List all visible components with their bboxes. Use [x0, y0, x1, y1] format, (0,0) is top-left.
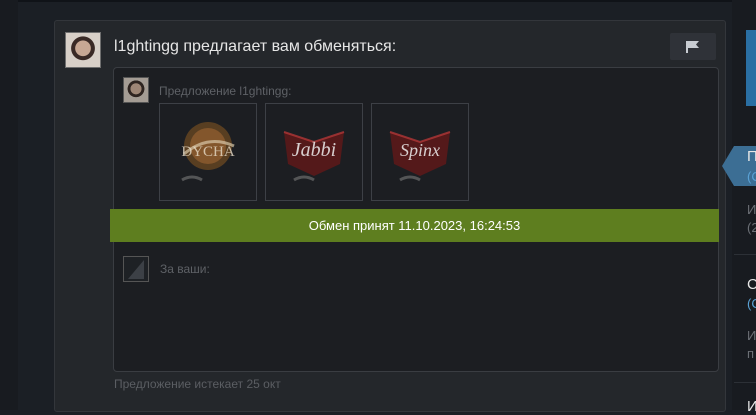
sender-avatar[interactable]	[65, 32, 101, 68]
spinx-sticker-icon: Spinx	[389, 131, 451, 182]
right-entry1-sub[interactable]: (С	[747, 169, 756, 184]
svg-text:Spinx: Spinx	[400, 140, 440, 160]
report-flag-button[interactable]	[670, 33, 716, 60]
right-entry1-info1: И	[747, 202, 756, 217]
svg-text:DYCHA: DYCHA	[181, 144, 235, 160]
right-entry2-title[interactable]: С	[747, 276, 756, 293]
your-avatar[interactable]	[123, 256, 149, 282]
trade-accepted-text: Обмен принят 11.10.2023, 16:24:53	[308, 218, 521, 233]
offer-expiration-text: Предложение истекает 25 окт	[114, 377, 281, 391]
svg-text:Jabbi: Jabbi	[292, 139, 336, 161]
trade-offer-header: l1ghtingg предлагает вам обменяться:	[114, 38, 397, 55]
jabbi-sticker-icon: Jabbi	[283, 131, 345, 182]
their-offer-label: Предложение l1ghtingg:	[159, 84, 292, 98]
right-entry2-info1: И	[747, 328, 756, 343]
right-divider	[734, 382, 756, 383]
trade-item-dycha[interactable]: DYCHA	[159, 103, 257, 201]
right-entry2-sub[interactable]: (С	[747, 296, 756, 311]
right-entry2-info2: п	[747, 346, 755, 361]
left-edge	[0, 0, 18, 410]
trade-item-spinx[interactable]: Spinx	[371, 103, 469, 201]
right-entry1-title[interactable]: П	[747, 148, 756, 165]
flag-icon	[686, 40, 699, 53]
right-sidebar-banner[interactable]	[746, 30, 756, 106]
your-offer-label: За ваши:	[160, 262, 210, 276]
right-entry1-info2: (2	[747, 220, 756, 235]
top-bar	[0, 0, 756, 2]
right-divider	[734, 254, 756, 255]
silhouette-icon	[124, 257, 148, 281]
trade-item-jabbi[interactable]: Jabbi	[265, 103, 363, 201]
right-entry3-title[interactable]: И	[747, 398, 756, 415]
dycha-sticker-icon: DYCHA	[181, 122, 235, 182]
trade-accepted-banner: Обмен принят 11.10.2023, 16:24:53	[110, 209, 719, 242]
their-avatar[interactable]	[123, 77, 149, 103]
